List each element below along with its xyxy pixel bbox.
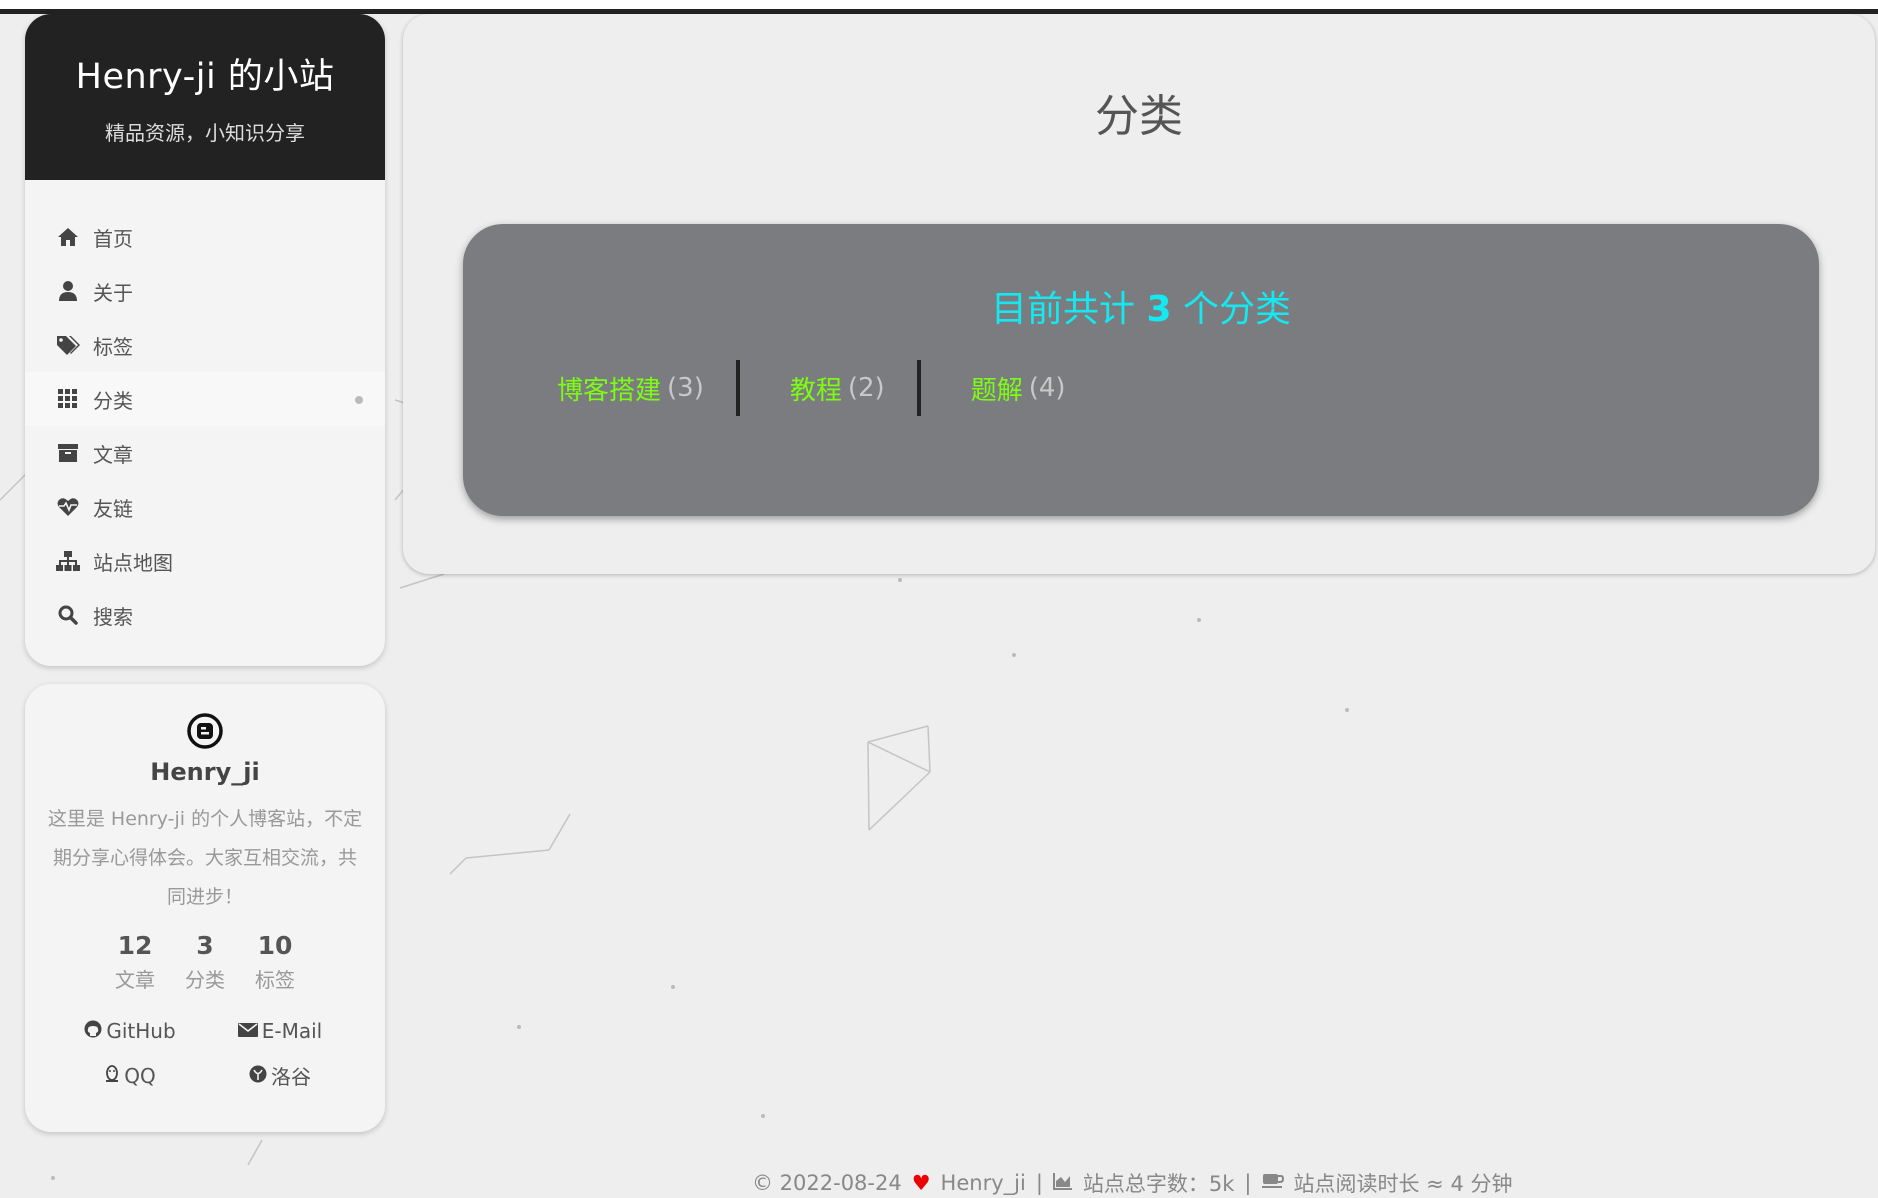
menu-item-label: 分类 — [93, 388, 133, 413]
luogu-icon — [249, 1064, 267, 1088]
link-label: GitHub — [106, 1019, 176, 1043]
page-title: 分类 — [1095, 91, 1183, 142]
category-divider — [916, 360, 921, 416]
archive-icon — [55, 442, 81, 464]
coffee-icon — [1261, 1171, 1284, 1195]
copyright-text: © 2022-08-24 — [752, 1171, 902, 1195]
category-link[interactable]: 教程 — [790, 370, 842, 407]
social-links: GitHub E-Mail QQ 洛谷 — [55, 1019, 355, 1090]
menu-item-search[interactable]: 搜索 — [25, 588, 385, 642]
menu-item-label: 首页 — [93, 226, 133, 251]
category-item: 教程 (2) — [768, 360, 907, 416]
heart-icon: ♥ — [911, 1171, 931, 1195]
site-footer: © 2022-08-24 ♥ Henry_ji | 站点总字数：5k | 站点阅… — [752, 1168, 1512, 1198]
link-label: QQ — [124, 1063, 156, 1088]
author-name: Henry_ji — [150, 758, 260, 786]
site-title[interactable]: Henry-ji 的小站 — [25, 14, 385, 99]
github-icon — [84, 1019, 102, 1043]
stat-posts[interactable]: 12 文章 — [115, 931, 155, 993]
stat-number: 12 — [117, 931, 153, 960]
category-link[interactable]: 题解 — [971, 370, 1023, 407]
luogu-link[interactable]: 洛谷 — [205, 1061, 355, 1090]
category-count: (4) — [1028, 373, 1066, 403]
link-label: E-Mail — [261, 1019, 323, 1043]
menu-item-categories[interactable]: 分类 — [25, 372, 385, 426]
category-divider — [735, 360, 740, 416]
menu-item-label: 文章 — [93, 442, 133, 467]
footer-separator: | — [1244, 1171, 1252, 1195]
stat-number: 3 — [196, 931, 214, 960]
nav-menu: 首页 关于 标签 分类 文章 友链 站点地图 搜索 — [25, 180, 385, 642]
stat-categories[interactable]: 3 分类 — [185, 931, 225, 993]
home-icon — [55, 226, 81, 248]
chart-area-icon — [1052, 1171, 1073, 1195]
stat-label: 标签 — [255, 968, 295, 992]
menu-item-label: 标签 — [93, 334, 133, 359]
site-subtitle: 精品资源，小知识分享 — [105, 121, 305, 145]
category-link[interactable]: 博客搭建 — [557, 370, 661, 407]
heartbeat-icon — [55, 496, 81, 518]
grid-icon — [55, 388, 81, 410]
category-count: (2) — [847, 373, 885, 403]
footer-separator: | — [1035, 1171, 1043, 1195]
menu-item-home[interactable]: 首页 — [25, 210, 385, 264]
menu-item-about[interactable]: 关于 — [25, 264, 385, 318]
stat-number: 10 — [257, 931, 293, 960]
category-list: 博客搭建 (3) 教程 (2) 题解 (4) — [535, 360, 1088, 416]
menu-item-sitemap[interactable]: 站点地图 — [25, 534, 385, 588]
read-time: 站点阅读时长 ≈ 4 分钟 — [1293, 1172, 1513, 1196]
category-summary: 目前共计 3 个分类 — [463, 280, 1819, 332]
author-profile-card: Henry_ji 这里是 Henry-ji 的个人博客站，不定期分享心得体会。大… — [25, 684, 385, 1132]
site-brand: Henry-ji 的小站 精品资源，小知识分享 — [25, 14, 385, 180]
envelope-icon — [237, 1019, 258, 1043]
category-item: 博客搭建 (3) — [535, 360, 726, 416]
stat-tags[interactable]: 10 标签 — [255, 931, 295, 993]
user-icon — [55, 280, 81, 302]
footer-author: Henry_ji — [940, 1171, 1026, 1195]
blogger-logo-icon — [186, 712, 224, 750]
word-count: 站点总字数：5k — [1082, 1172, 1235, 1196]
category-panel: 目前共计 3 个分类 博客搭建 (3) 教程 (2) 题解 (4) — [463, 224, 1819, 516]
summary-suffix: 个分类 — [1182, 289, 1291, 330]
qq-icon — [104, 1064, 120, 1088]
menu-item-label: 友链 — [93, 496, 133, 521]
link-label: 洛谷 — [271, 1065, 311, 1089]
active-indicator — [355, 396, 363, 404]
tags-icon — [55, 334, 81, 356]
search-icon — [55, 604, 81, 626]
menu-item-label: 关于 — [93, 280, 133, 305]
browser-top-bar — [0, 0, 1878, 14]
author-description: 这里是 Henry-ji 的个人博客站，不定期分享心得体会。大家互相交流，共同进… — [47, 808, 363, 908]
qq-link[interactable]: QQ — [55, 1061, 205, 1090]
github-link[interactable]: GitHub — [55, 1019, 205, 1043]
menu-item-label: 搜索 — [93, 604, 133, 629]
stat-label: 分类 — [185, 968, 225, 992]
summary-prefix: 目前共计 — [991, 289, 1136, 330]
stat-label: 文章 — [115, 968, 155, 992]
site-stats: 12 文章 3 分类 10 标签 — [25, 931, 385, 993]
menu-item-links[interactable]: 友链 — [25, 480, 385, 534]
sitemap-icon — [55, 550, 81, 572]
menu-item-label: 站点地图 — [93, 550, 173, 575]
menu-item-archives[interactable]: 文章 — [25, 426, 385, 480]
main-content: 分类 目前共计 3 个分类 博客搭建 (3) 教程 (2) 题解 (4) — [403, 14, 1875, 574]
summary-count: 3 — [1146, 289, 1172, 330]
category-count: (3) — [667, 373, 704, 403]
menu-item-tags[interactable]: 标签 — [25, 318, 385, 372]
category-item: 题解 (4) — [949, 360, 1088, 416]
email-link[interactable]: E-Mail — [205, 1019, 355, 1043]
sidebar: Henry-ji 的小站 精品资源，小知识分享 首页 关于 标签 分类 文章 友… — [25, 14, 385, 666]
